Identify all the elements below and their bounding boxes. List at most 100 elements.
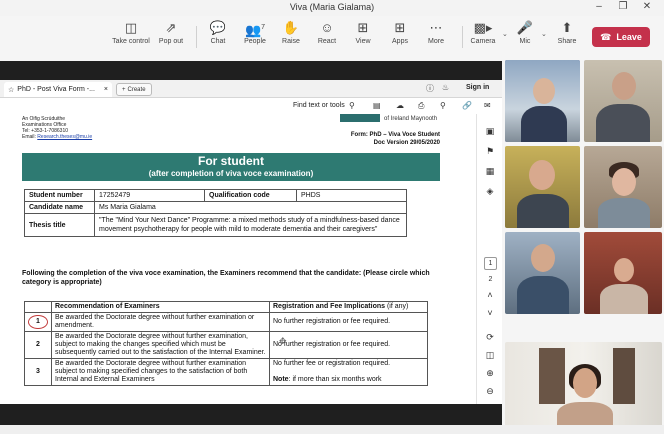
pdf-tools-bar: Find text or tools ⚲ ▤ ☁ ⎙ ⚲ 🔗 ✉ xyxy=(0,98,502,114)
find-text-or-tools[interactable]: Find text or tools xyxy=(293,102,345,109)
email-link[interactable]: Research.theses@mu.ie xyxy=(37,134,92,140)
create-button[interactable]: + Create xyxy=(116,83,152,96)
minimize-icon[interactable]: – xyxy=(590,1,608,12)
camera-icon: ▩▸ xyxy=(473,20,493,35)
participant-body xyxy=(521,106,567,142)
participant-video-tile-large[interactable] xyxy=(505,342,662,430)
qualification-value: PHDS xyxy=(296,189,407,202)
page-current[interactable]: 1 xyxy=(484,257,497,270)
layers-icon[interactable]: ◈ xyxy=(477,186,503,197)
mail-icon[interactable]: ✉ xyxy=(484,101,491,110)
candidate-name-value: Ms Maria Gialama xyxy=(94,201,407,214)
teams-meeting-window: Viva (Maria Gialama) – ❐ ✕ ◫ Take contro… xyxy=(0,0,664,434)
rec-number: 1 xyxy=(24,312,52,332)
banner-subtitle: (after completion of viva voce examinati… xyxy=(148,169,314,178)
participant-video-tile[interactable] xyxy=(505,232,580,314)
window-title: Viva (Maria Gialama) xyxy=(289,2,375,12)
pdf-tab-bar: ☆ PhD - Post Viva Form -... × + Create ⓘ… xyxy=(0,80,502,98)
fee-text: No further fee or registration required.… xyxy=(269,358,428,386)
chevron-down-icon[interactable]: ˅ xyxy=(477,308,503,318)
thesis-title-label: Thesis title xyxy=(24,213,95,237)
table-row: Candidate name Ms Maria Gialama xyxy=(24,201,407,214)
zoom-out-icon[interactable]: ⊖ xyxy=(477,386,503,397)
bookshelf xyxy=(613,348,635,404)
office-email: Email: Research.theses@mu.ie xyxy=(22,134,93,140)
fit-page-icon[interactable]: ◫ xyxy=(477,350,503,361)
participant-face xyxy=(612,72,636,100)
participant-face xyxy=(612,168,636,196)
bottom-edge xyxy=(0,425,664,434)
rec-number: 2 xyxy=(24,331,52,359)
notifications-icon[interactable]: ♨ xyxy=(442,83,449,92)
rec-text: Be awarded the Doctorate degree without … xyxy=(51,331,270,359)
qualification-label: Qualification code xyxy=(204,189,297,202)
recommendation-table: Recommendation of Examiners Registration… xyxy=(24,301,428,386)
candidate-name-label: Candidate name xyxy=(24,201,95,214)
sign-in-link[interactable]: Sign in xyxy=(466,84,489,91)
fee-col-header: Registration and Fee Implications (if an… xyxy=(269,301,428,313)
form-title: Form: PhD – Viva Voce Student xyxy=(350,132,440,138)
participant-face xyxy=(614,258,634,282)
leave-button[interactable]: ☎ Leave xyxy=(592,27,650,47)
participant-face xyxy=(533,78,555,104)
zoom-icon[interactable]: ⚲ xyxy=(440,101,446,110)
for-student-banner: For student (after completion of viva vo… xyxy=(22,153,440,181)
cloud-upload-icon[interactable]: ☁ xyxy=(396,101,404,110)
link-icon[interactable]: 🔗 xyxy=(462,101,472,110)
participant-body xyxy=(600,284,648,314)
thumbnails-icon[interactable]: ▦ xyxy=(477,166,503,177)
pdf-document-tab[interactable]: ☆ PhD - Post Viva Form -... × xyxy=(4,82,112,97)
search-icon[interactable]: ⚲ xyxy=(349,101,355,110)
participant-body xyxy=(596,104,650,142)
university-logo xyxy=(340,114,380,122)
save-icon[interactable]: ▤ xyxy=(373,101,381,110)
thesis-title-value: "The "Mind Your Next Dance" Programme: a… xyxy=(94,213,407,237)
participant-video-tile[interactable] xyxy=(505,60,580,142)
comment-icon[interactable]: ▣ xyxy=(477,126,503,137)
chevron-up-icon[interactable]: ˄ xyxy=(477,290,503,300)
participant-video-tile[interactable] xyxy=(505,146,580,228)
more-icon: ⋯ xyxy=(429,20,443,35)
table-row: Student number 17252479 Qualification co… xyxy=(24,189,407,202)
print-icon[interactable]: ⎙ xyxy=(418,101,424,111)
recommendation-instructions: Following the completion of the viva voc… xyxy=(22,270,430,286)
table-row: Thesis title "The "Mind Your Next Dance"… xyxy=(24,213,407,237)
tab-close-icon[interactable]: × xyxy=(104,86,108,93)
participant-video-tile[interactable] xyxy=(584,232,662,314)
rec-num-header xyxy=(24,301,52,313)
table-row: Recommendation of Examiners Registration… xyxy=(24,301,428,313)
cursor-crosshair-icon: ✥ xyxy=(279,336,287,346)
participant-body xyxy=(517,194,569,228)
fee-text: No further registration or fee required. xyxy=(269,312,428,332)
zoom-in-icon[interactable]: ⊕ xyxy=(477,368,503,379)
restore-icon[interactable]: ❐ xyxy=(614,1,632,12)
plus-icon: + xyxy=(122,86,126,93)
doc-version: Doc Version 29/05/2020 xyxy=(373,140,440,146)
shared-screen: ☆ PhD - Post Viva Form -... × + Create ⓘ… xyxy=(0,61,502,425)
participant-video-tile[interactable] xyxy=(584,146,662,228)
participant-video-tile[interactable] xyxy=(584,60,662,142)
rotate-icon[interactable]: ⟳ xyxy=(477,332,503,343)
student-number-label: Student number xyxy=(24,189,95,202)
star-icon[interactable]: ☆ xyxy=(8,86,14,94)
pdf-right-rail: ▣ ⚑ ▦ ◈ 1 2 ˄ ˅ ⟳ ◫ ⊕ ⊖ xyxy=(476,114,502,404)
circled-choice-mark: 1 xyxy=(28,315,48,329)
more-button[interactable]: ⋯ More xyxy=(413,20,459,45)
student-info-table: Student number 17252479 Qualification co… xyxy=(24,189,407,237)
pop-out-button[interactable]: ⇗ Pop out xyxy=(148,20,194,45)
bookmark-icon[interactable]: ⚑ xyxy=(477,146,503,157)
pdf-page: An Oifig Scrúduithe Examinations Office … xyxy=(0,114,476,404)
participant-face xyxy=(573,368,597,398)
share-button[interactable]: ⬆ Share xyxy=(544,20,590,45)
share-tray-icon: ⬆ xyxy=(561,20,573,35)
bookshelf xyxy=(539,348,565,404)
meeting-toolbar: ◫ Take control ⇗ Pop out 💬 Chat 👥7 Peopl… xyxy=(0,16,664,56)
rec-text: Be awarded the Doctorate degree without … xyxy=(51,312,270,332)
camera-button[interactable]: ▩▸ Camera xyxy=(460,20,506,45)
help-icon[interactable]: ⓘ xyxy=(426,83,434,94)
participant-body xyxy=(598,198,650,228)
page-next[interactable]: 2 xyxy=(484,274,497,287)
pop-out-icon: ⇗ xyxy=(165,20,177,35)
close-icon[interactable]: ✕ xyxy=(638,1,656,12)
participant-face xyxy=(531,244,555,272)
